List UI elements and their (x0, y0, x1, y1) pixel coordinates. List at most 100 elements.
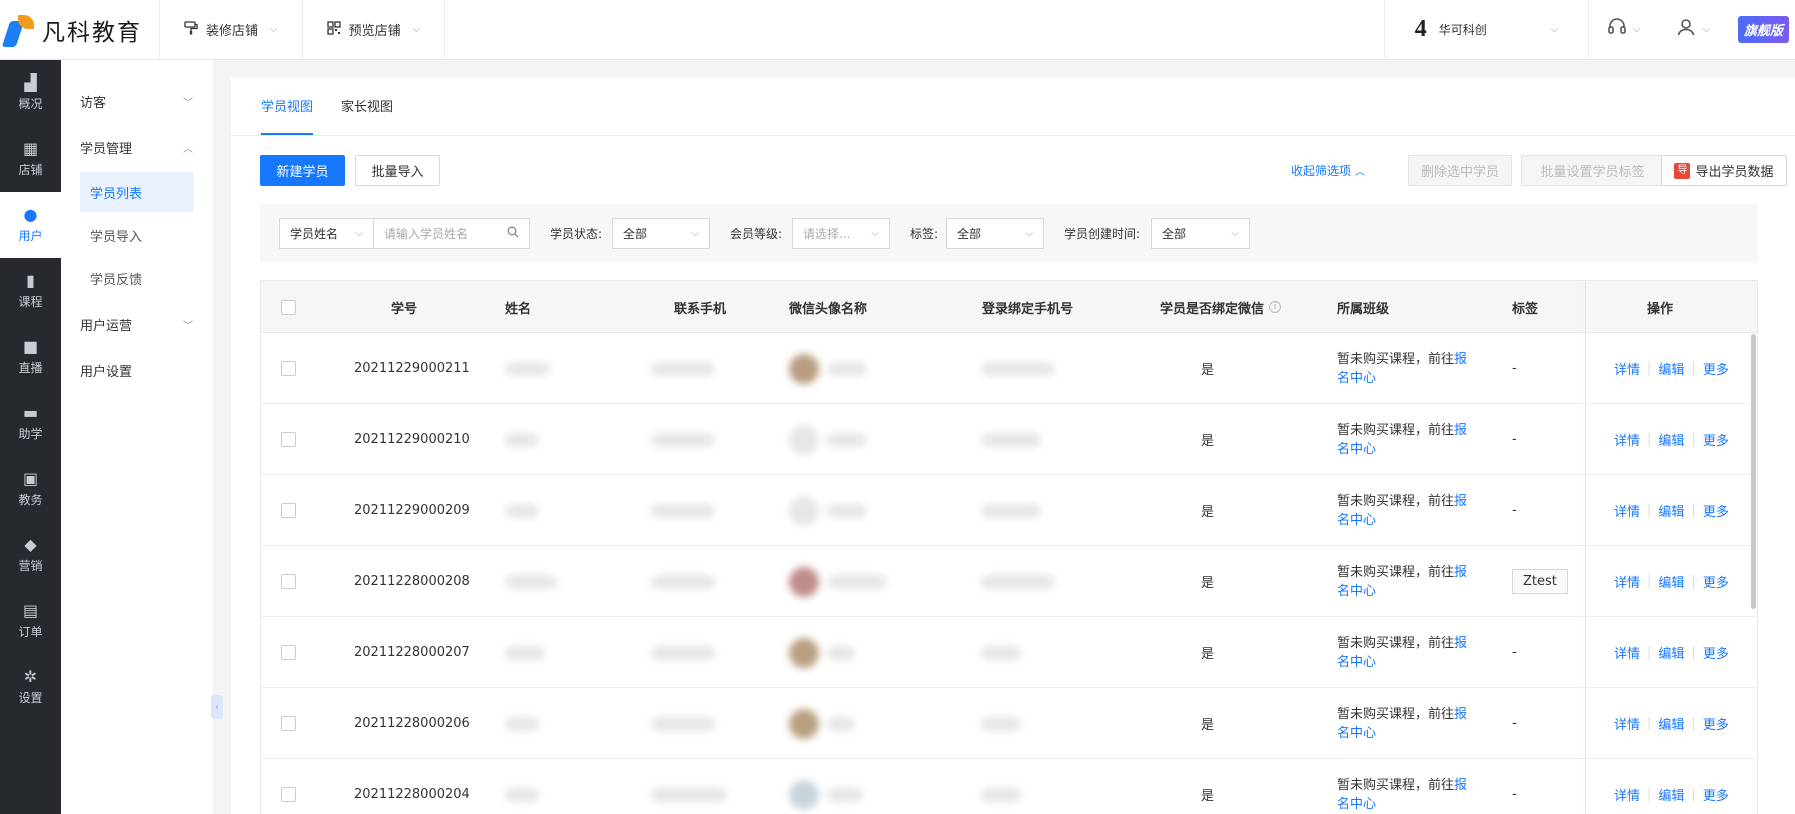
rail-item-academic[interactable]: ▣ 教务 (0, 456, 61, 522)
more-link[interactable]: 更多 (1703, 643, 1729, 662)
tag-select-value: 全部 (957, 227, 982, 241)
new-student-button[interactable]: 新建学员 (260, 155, 345, 186)
support-menu[interactable]: ⌵ (1589, 0, 1659, 59)
level-select[interactable]: 请选择... ⌵ (792, 218, 890, 249)
detail-link[interactable]: 详情 (1614, 714, 1640, 733)
created-select[interactable]: 全部 ⌵ (1151, 218, 1250, 249)
table-row[interactable]: 20211229000210 是 暂未购买课程，前往报名中心 - 详情 | 编辑 |… (261, 404, 1757, 475)
logo[interactable]: 凡科教育 (0, 0, 160, 59)
submenu-group-label: 用户设置 (80, 364, 133, 380)
name-field-select[interactable]: 学员姓名 ⌵ (279, 218, 374, 249)
rail-item-marketing[interactable]: ◆ 营销 (0, 522, 61, 588)
rail-item-users[interactable]: ● 用户 (0, 192, 61, 258)
table-row[interactable]: 20211229000209 是 暂未购买课程，前往报名中心 - 详情 | 编辑 |… (261, 475, 1757, 546)
row-checkbox[interactable] (281, 645, 296, 660)
cell-wechat (789, 617, 855, 688)
edit-link[interactable]: 编辑 (1658, 785, 1684, 804)
cell-id: 20211228000207 (354, 645, 470, 660)
edit-link[interactable]: 编辑 (1658, 643, 1684, 662)
chevron-down-icon: ﹀ (183, 320, 193, 332)
detail-link[interactable]: 详情 (1614, 572, 1640, 591)
tag-empty: - (1512, 645, 1517, 660)
collapse-filters-link[interactable]: 收起筛选项 ︿ (1291, 155, 1365, 186)
more-link[interactable]: 更多 (1703, 714, 1729, 733)
export-button[interactable]: 导 导出学员数据 (1661, 155, 1787, 186)
detail-link[interactable]: 详情 (1614, 785, 1640, 804)
decorate-store-menu[interactable]: 装修店铺 ⌵ (160, 0, 303, 59)
table-row[interactable]: 20211228000208 是 暂未购买课程，前往报名中心 Ztest 详情 |… (261, 546, 1757, 617)
op-separator: | (1647, 503, 1652, 518)
submenu-item-student-list[interactable]: 学员列表 (80, 172, 194, 212)
submenu-group-visitor[interactable]: 访客 ﹀ (61, 78, 213, 124)
row-checkbox[interactable] (281, 361, 296, 376)
table-row[interactable]: 20211228000207 是 暂未购买课程，前往报名中心 - 详情 | 编辑 |… (261, 617, 1757, 688)
row-checkbox[interactable] (281, 574, 296, 589)
batch-import-button[interactable]: 批量导入 (355, 155, 440, 186)
row-checkbox[interactable] (281, 503, 296, 518)
row-checkbox[interactable] (281, 432, 296, 447)
name-search-input[interactable]: 请输入学员姓名 (373, 218, 530, 249)
more-link[interactable]: 更多 (1703, 501, 1729, 520)
preview-store-menu[interactable]: 预览店铺 ⌵ (303, 0, 446, 59)
table-scrollbar[interactable] (1751, 334, 1756, 609)
account-menu[interactable]: ⌵ (1658, 0, 1728, 59)
redacted-login-phone (981, 645, 1021, 660)
book-icon: ▮ (26, 270, 35, 290)
rail-item-live[interactable]: ■ 直播 (0, 324, 61, 390)
rail-item-overview[interactable]: ▟ 概况 (0, 60, 61, 126)
tab-student-view[interactable]: 学员视图 (261, 77, 314, 135)
tab-parent-view[interactable]: 家长视图 (341, 77, 393, 135)
batch-tag-button[interactable]: 批量设置学员标签 (1521, 155, 1664, 186)
rail-item-orders[interactable]: ▤ 订单 (0, 588, 61, 654)
submenu-group-student-mgmt[interactable]: 学员管理 ︿ (61, 124, 213, 170)
more-link[interactable]: 更多 (1703, 430, 1729, 449)
chevron-down-icon: ⌵ (1550, 24, 1558, 35)
chevron-left-icon: ‹ (215, 701, 219, 713)
row-checkbox[interactable] (281, 787, 296, 802)
submenu-item-student-import[interactable]: 学员导入 (80, 215, 194, 255)
rail-item-assist[interactable]: ▬ 助学 (0, 390, 61, 456)
edit-link[interactable]: 编辑 (1658, 501, 1684, 520)
more-link[interactable]: 更多 (1703, 359, 1729, 378)
vip-badge[interactable]: 旗舰版 (1728, 0, 1795, 59)
class-text: 暂未购买课程，前往报名中心 (1337, 421, 1477, 459)
class-empty-text: 暂未购买课程，前往 (1337, 706, 1455, 722)
class-text: 暂未购买课程，前往报名中心 (1337, 350, 1477, 388)
detail-link[interactable]: 详情 (1614, 430, 1640, 449)
class-empty-text: 暂未购买课程，前往 (1337, 635, 1455, 651)
submenu-item-user-settings[interactable]: 用户设置 (61, 347, 213, 393)
more-link[interactable]: 更多 (1703, 785, 1729, 804)
detail-link[interactable]: 详情 (1614, 643, 1640, 662)
cell-wechat-bound: 是 (1201, 789, 1215, 804)
edit-link[interactable]: 编辑 (1658, 359, 1684, 378)
submenu-item-student-feedback[interactable]: 学员反馈 (80, 258, 194, 298)
preview-store-label: 预览店铺 (348, 24, 401, 39)
cell-id: 20211228000206 (354, 716, 470, 731)
submenu-group-user-ops[interactable]: 用户运营 ﹀ (61, 301, 213, 347)
org-switcher[interactable]: 4 华可科创 ⌵ (1383, 0, 1589, 59)
rail-item-store[interactable]: ▦ 店铺 (0, 126, 61, 192)
status-select[interactable]: 全部 ⌵ (612, 218, 710, 249)
table-row[interactable]: 20211228000206 是 暂未购买课程，前往报名中心 - 详情 | 编辑 |… (261, 688, 1757, 759)
more-link[interactable]: 更多 (1703, 572, 1729, 591)
edit-link[interactable]: 编辑 (1658, 714, 1684, 733)
delete-selected-button[interactable]: 删除选中学员 (1408, 155, 1512, 186)
edit-link[interactable]: 编辑 (1658, 430, 1684, 449)
tag-select[interactable]: 全部 ⌵ (946, 218, 1044, 249)
table-row[interactable]: 20211228000204 是 暂未购买课程，前往报名中心 - 详情 | 编辑 |… (261, 759, 1757, 814)
sidebar-collapse-handle[interactable]: ‹ (211, 695, 223, 719)
info-icon[interactable]: i (1269, 301, 1282, 313)
search-icon[interactable] (507, 226, 519, 241)
cell-tag: - (1512, 475, 1517, 546)
op-separator: | (1691, 716, 1696, 731)
cell-phone (651, 475, 715, 546)
wechat-avatar (789, 353, 819, 384)
detail-link[interactable]: 详情 (1614, 501, 1640, 520)
table-row[interactable]: 20211229000211 是 暂未购买课程，前往报名中心 - 详情 | 编辑 |… (261, 333, 1757, 404)
rail-item-settings[interactable]: ✲ 设置 (0, 654, 61, 720)
select-all-checkbox[interactable] (281, 299, 296, 315)
rail-item-courses[interactable]: ▮ 课程 (0, 258, 61, 324)
edit-link[interactable]: 编辑 (1658, 572, 1684, 591)
detail-link[interactable]: 详情 (1614, 359, 1640, 378)
row-checkbox[interactable] (281, 716, 296, 731)
